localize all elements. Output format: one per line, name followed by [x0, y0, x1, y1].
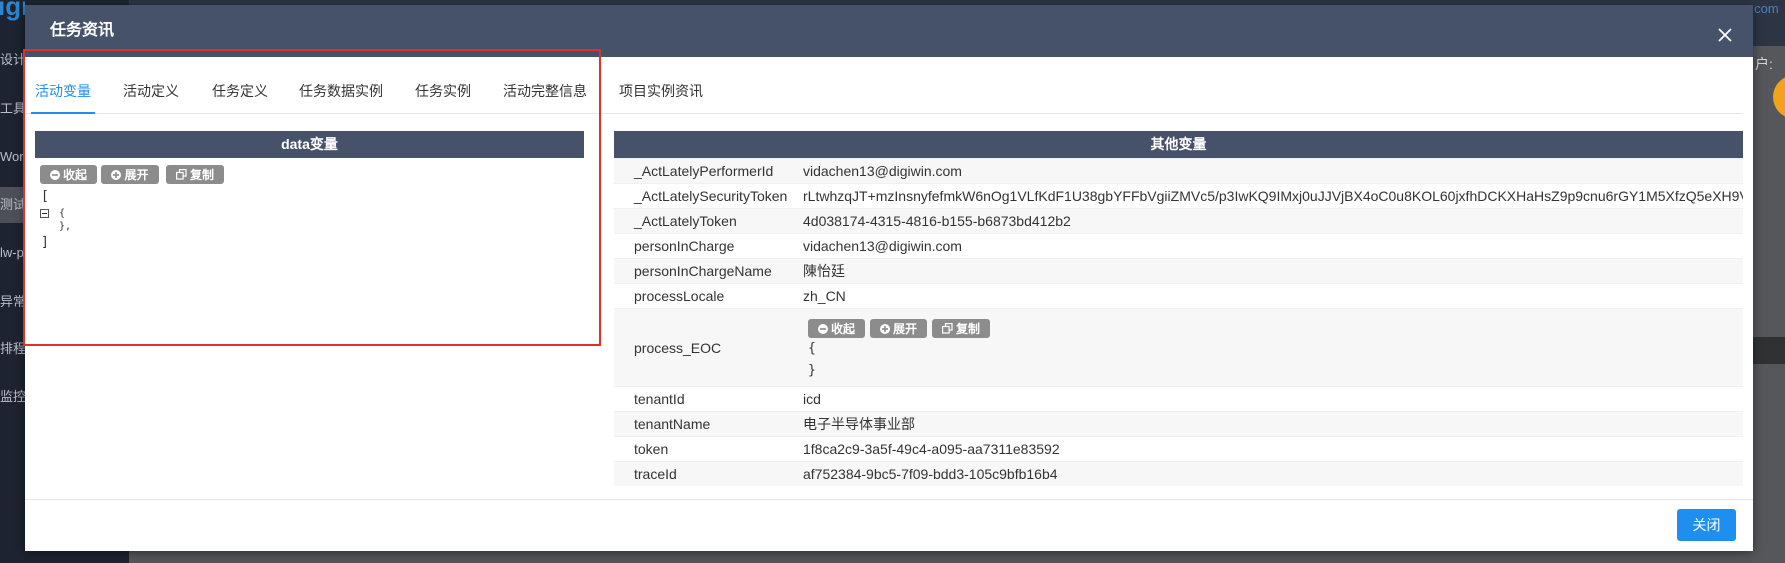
plus-circle-icon — [879, 323, 890, 334]
tab-activity-definition[interactable]: 活动定义 — [123, 82, 179, 100]
active-tab-indicator — [31, 112, 95, 114]
modal-title: 任务资讯 — [50, 22, 115, 39]
table-row: token 1f8ca2c9-3a5f-49c4-a095-aa7311e835… — [614, 436, 1743, 461]
expand-button-label: 展开 — [892, 322, 917, 336]
table-row-process-eoc: process_EOC 收起 展开 复制 { } — [614, 308, 1743, 386]
table-row: traceId af752384-9bc5-7f09-bdd3-105c9bfb… — [614, 461, 1743, 486]
copy-icon — [941, 323, 953, 334]
expand-button[interactable]: 展开 — [101, 165, 159, 184]
process-eoc-json-viewer: 收起 展开 复制 { } — [803, 309, 1743, 387]
table-row: processLocale zh_CN — [614, 283, 1743, 308]
json-close-brace: } — [808, 363, 816, 378]
table-row: personInChargeName 陳怡廷 — [614, 258, 1743, 283]
variable-value: icd — [803, 391, 821, 407]
tab-activity-full-info[interactable]: 活动完整信息 — [503, 82, 587, 100]
copy-icon — [175, 169, 187, 180]
table-row: _ActLatelyPerformerId vidachen13@digiwin… — [614, 158, 1743, 183]
variable-value: vidachen13@digiwin.com — [803, 238, 962, 254]
variable-value: 4d038174-4315-4816-b155-b6873bd412b2 — [803, 213, 1071, 229]
close-icon — [1718, 28, 1732, 42]
expand-button[interactable]: 展开 — [870, 319, 927, 338]
modal-close-button[interactable] — [1716, 26, 1734, 44]
table-row: _ActLatelySecurityToken rLtwhzqJT+mzInsn… — [614, 183, 1743, 208]
minus-circle-icon — [817, 323, 828, 334]
collapse-button-label: 收起 — [62, 168, 87, 182]
copy-button-label: 复制 — [189, 168, 214, 182]
variable-key: _ActLatelyToken — [634, 213, 737, 229]
collapse-button[interactable]: 收起 — [808, 319, 865, 338]
variable-value: rLtwhzqJT+mzInsnyfefmkW6nOg1VLfKdF1U38gb… — [803, 188, 1743, 204]
variable-value: vidachen13@digiwin.com — [803, 163, 962, 179]
copy-button[interactable]: 复制 — [932, 319, 990, 338]
modal-footer-divider — [25, 499, 1753, 500]
data-variables-title: data变量 — [35, 131, 584, 158]
variable-key: process_EOC — [634, 339, 722, 356]
other-variables-title: 其他变量 — [614, 131, 1743, 158]
variable-value: 陳怡廷 — [803, 263, 845, 279]
task-info-modal: 任务资讯 活动变量 活动定义 任务定义 任务数据实例 任务实例 活动完整信息 项… — [25, 5, 1753, 551]
avatar-circle — [1773, 75, 1785, 119]
variable-value: af752384-9bc5-7f09-bdd3-105c9bfb16b4 — [803, 466, 1058, 482]
tab-project-instance-info[interactable]: 项目实例资讯 — [619, 82, 703, 100]
table-row: tenantId icd — [614, 386, 1743, 411]
table-row: personInCharge vidachen13@digiwin.com — [614, 233, 1743, 258]
expand-button-label: 展开 — [124, 168, 149, 182]
copy-button[interactable]: 复制 — [166, 165, 224, 184]
table-row: _ActLatelyToken 4d038174-4315-4816-b155-… — [614, 208, 1743, 233]
json-close-bracket: ] — [41, 235, 49, 250]
collapse-button-label: 收起 — [830, 322, 855, 336]
collapse-button[interactable]: 收起 — [40, 165, 97, 184]
variable-value: zh_CN — [803, 288, 846, 304]
variable-key: tenantId — [634, 391, 685, 407]
tab-activity-variables[interactable]: 活动变量 — [35, 82, 91, 100]
close-button[interactable]: 关闭 — [1677, 509, 1736, 541]
variable-key: _ActLatelyPerformerId — [634, 163, 774, 179]
tab-divider — [25, 113, 1743, 114]
json-open-bracket: [ — [41, 189, 49, 204]
variable-key: token — [634, 441, 669, 457]
variable-key: tenantName — [634, 416, 711, 432]
avatar[interactable] — [1773, 75, 1785, 119]
variable-value: 电子半导体事业部 — [803, 416, 915, 432]
plus-circle-icon — [111, 169, 122, 180]
copy-button-label: 复制 — [955, 322, 980, 336]
data-variables-panel: data变量 收起 展开 复制 [ { }, ] — [35, 131, 584, 271]
variable-value: 1f8ca2c9-3a5f-49c4-a095-aa7311e83592 — [803, 441, 1060, 457]
user-label-text: 户: — [1755, 56, 1773, 72]
variable-key: personInCharge — [634, 238, 735, 254]
table-row: tenantName 电子半导体事业部 — [614, 411, 1743, 436]
json-open-brace: { — [59, 208, 66, 219]
app-logo: igi — [0, 0, 25, 22]
variable-key: personInChargeName — [634, 263, 772, 279]
collapse-square-icon[interactable] — [40, 209, 49, 218]
background-bar — [1753, 337, 1785, 364]
modal-header: 任务资讯 — [25, 5, 1753, 57]
logo-text: igi — [0, 0, 25, 21]
variable-key: traceId — [634, 466, 677, 482]
variable-key: processLocale — [634, 288, 725, 304]
tab-task-definition[interactable]: 任务定义 — [212, 82, 268, 100]
json-close-brace: }, — [59, 221, 72, 232]
variable-key: _ActLatelySecurityToken — [634, 188, 788, 204]
json-open-brace: { — [808, 341, 816, 356]
tab-task-data-instance[interactable]: 任务数据实例 — [299, 82, 383, 100]
other-variables-table: _ActLatelyPerformerId vidachen13@digiwin… — [614, 158, 1743, 486]
minus-circle-icon — [49, 169, 60, 180]
tab-task-instance[interactable]: 任务实例 — [415, 82, 471, 100]
user-label: 户: — [1755, 54, 1785, 74]
